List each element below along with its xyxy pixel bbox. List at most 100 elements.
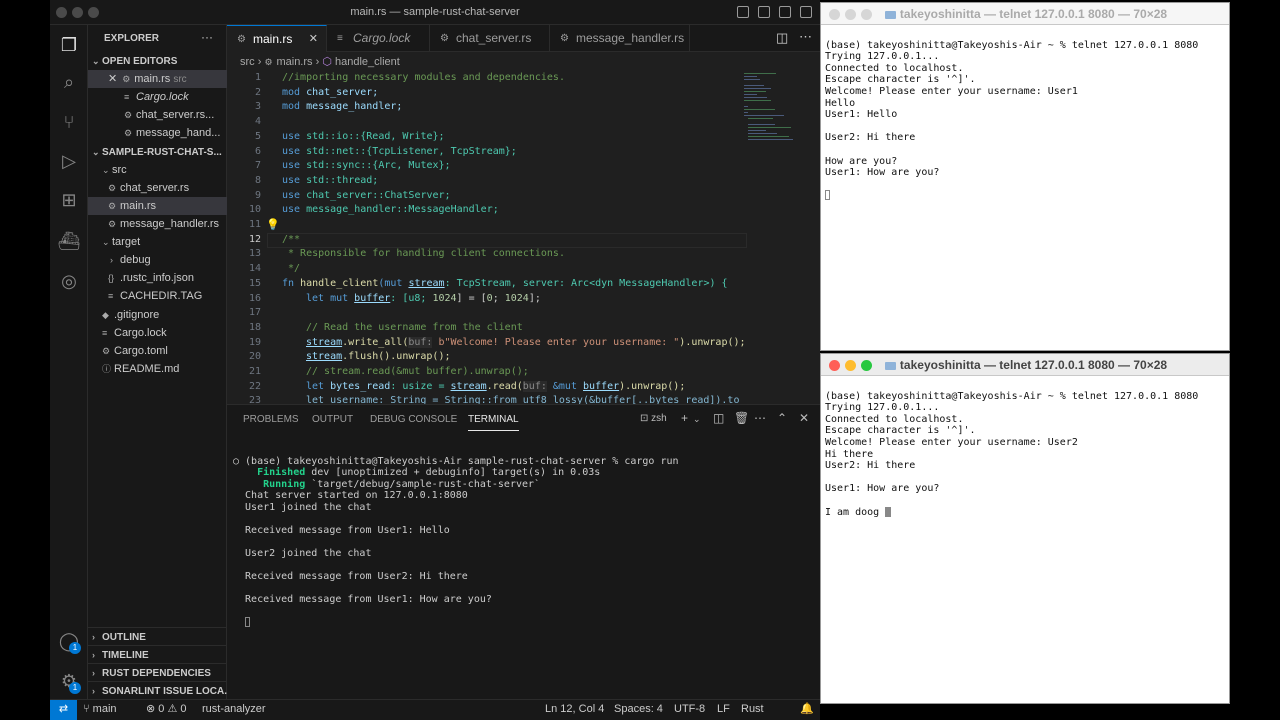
timeline-section[interactable]: › TIMELINE	[88, 645, 227, 663]
minimize-traffic-light[interactable]	[845, 9, 856, 20]
minimap-line	[744, 97, 768, 98]
code-text: message_handler;	[300, 101, 403, 113]
extensions-icon[interactable]: ⊞	[57, 188, 81, 212]
tree-file-main[interactable]: ⚙ main.rs	[88, 197, 227, 215]
tab-message-handler[interactable]: ⚙ message_handler.rs	[550, 25, 690, 52]
tab-problems[interactable]: PROBLEMS	[243, 414, 299, 425]
tree-folder-src[interactable]: ⌄ src	[88, 161, 227, 179]
tree-folder-debug[interactable]: › debug	[88, 251, 227, 269]
rust-analyzer-status[interactable]: rust-analyzer	[202, 700, 266, 719]
keyword: mod	[282, 86, 301, 98]
comment: /**	[282, 233, 301, 245]
tree-file-gitignore[interactable]: ◆ .gitignore	[88, 306, 227, 324]
minimap[interactable]	[744, 71, 804, 221]
terminal-shell-selector[interactable]: ⊡ zsh	[640, 413, 667, 424]
maximize-panel-icon[interactable]: ⌃	[777, 411, 787, 425]
terminal-output[interactable]: (base) takeyoshinitta@Takeyoshis-Air ~ %…	[825, 28, 1198, 225]
tree-file-rustc-info[interactable]: {} .rustc_info.json	[88, 269, 227, 287]
customize-layout-icon[interactable]	[800, 6, 812, 18]
lightbulb-icon[interactable]: 💡	[266, 218, 280, 231]
zoom-traffic-light[interactable]	[861, 9, 872, 20]
open-editor-cargo-lock[interactable]: ≡ Cargo.lock	[88, 88, 227, 106]
close-tab-icon[interactable]: ✕	[309, 26, 318, 53]
tree-file-cargo-lock[interactable]: ≡ Cargo.lock	[88, 324, 227, 342]
close-editor-icon[interactable]: ✕	[108, 73, 117, 85]
tree-folder-target[interactable]: ⌄ target	[88, 233, 227, 251]
tab-main-rs[interactable]: ⚙ main.rs ✕	[227, 25, 327, 52]
code-line: /**	[282, 233, 300, 248]
remote-indicator[interactable]: ⇄	[50, 700, 77, 720]
code-text: .flush().unwrap();	[342, 351, 451, 363]
branch-indicator[interactable]: ⑂ main	[83, 700, 117, 719]
docker-icon[interactable]: ⛴	[57, 229, 81, 253]
problems-indicator[interactable]: ⊗ 0 ⚠ 0	[146, 700, 186, 719]
tree-file-chat-server[interactable]: ⚙ chat_server.rs	[88, 179, 227, 197]
split-terminal-icon[interactable]: ◫	[713, 411, 724, 425]
encoding[interactable]: UTF-8	[674, 700, 705, 719]
terminal-output[interactable]: (base) takeyoshinitta@Takeyoshis-Air ~ %…	[825, 379, 1198, 541]
integrated-terminal[interactable]: ○ (base) takeyoshinitta@Takeyoshis-Air s…	[233, 444, 813, 651]
outline-section[interactable]: › OUTLINE	[88, 627, 227, 645]
tree-file-cargo-toml[interactable]: ⚙ Cargo.toml	[88, 342, 227, 360]
open-editor-message-handler[interactable]: ⚙ message_hand...	[88, 124, 227, 142]
minimap-line	[744, 91, 766, 92]
search-icon[interactable]: ⌕	[57, 70, 81, 94]
tab-output[interactable]: OUTPUT	[312, 414, 353, 425]
tab-cargo-lock[interactable]: ≡ Cargo.lock	[327, 25, 430, 52]
terminal-line: Received message from User2: Hi there	[233, 570, 468, 582]
typed-input: I am doog	[825, 506, 886, 518]
code-text: ;	[492, 292, 505, 304]
minimap-line	[748, 139, 793, 140]
new-terminal-plus-icon[interactable]: +	[681, 411, 688, 425]
tab-debug-console[interactable]: DEBUG CONSOLE	[370, 414, 457, 425]
terminal-line: Welcome! Please enter your username: Use…	[825, 436, 1078, 448]
minimap-line	[744, 79, 761, 80]
run-debug-icon[interactable]: ▷	[57, 149, 81, 173]
more-actions-icon[interactable]: ⋯	[754, 411, 766, 425]
notifications-bell-icon[interactable]: 🔔	[800, 700, 814, 719]
code-text: .write_all(	[342, 336, 409, 348]
minimize-traffic-light[interactable]	[845, 360, 856, 371]
end-of-line[interactable]: LF	[717, 700, 730, 719]
rust-dependencies-section[interactable]: › RUST DEPENDENCIES	[88, 663, 227, 681]
close-panel-icon[interactable]: ✕	[799, 411, 809, 425]
project-folder-section[interactable]: ⌄ SAMPLE-RUST-CHAT-S...	[88, 143, 227, 161]
language-mode[interactable]: Rust	[741, 700, 764, 719]
trash-icon[interactable]: 🗑	[734, 411, 749, 425]
code-line: stream.flush().unwrap();	[306, 350, 451, 365]
zoom-traffic-light[interactable]	[861, 360, 872, 371]
close-traffic-light[interactable]	[829, 360, 840, 371]
open-editor-main-rs[interactable]: ✕ ⚙ main.rs src	[88, 70, 227, 88]
line-number: 7	[254, 160, 261, 172]
indentation[interactable]: Spaces: 4	[614, 700, 663, 719]
source-control-icon[interactable]: ⑂	[57, 110, 81, 134]
toggle-secondary-sidebar-icon[interactable]	[779, 6, 791, 18]
explorer-files-icon[interactable]: ❐	[57, 33, 81, 57]
open-editor-chat-server[interactable]: ⚙ chat_server.rs...	[88, 106, 227, 124]
breadcrumb-symbol[interactable]: handle_client	[335, 56, 400, 68]
chevron-down-icon[interactable]: ⌄	[693, 414, 701, 425]
breadcrumb-file[interactable]: main.rs	[276, 56, 312, 68]
sonarlint-icon[interactable]: ◎	[57, 269, 81, 293]
tree-file-message-handler[interactable]: ⚙ message_handler.rs	[88, 215, 227, 233]
line-number: 9	[254, 189, 261, 201]
breadcrumb-folder[interactable]: src	[240, 56, 255, 68]
terminal-line: (base) takeyoshinitta@Takeyoshis-Air ~ %…	[825, 390, 1199, 402]
tree-file-cachedir[interactable]: ≡ CACHEDIR.TAG	[88, 287, 227, 305]
code-editor[interactable]: 1 2 3 4 5 6 7 8 9 10 11 12 13 14 15 16 17 18 19 20 21 22 23 💡 …	[227, 71, 820, 404]
open-editors-section[interactable]: ⌄ OPEN EDITORS	[88, 52, 227, 70]
split-editor-icon[interactable]: ◫	[776, 30, 788, 46]
explorer-more-actions-icon[interactable]: ···	[201, 30, 213, 44]
tab-chat-server[interactable]: ⚙ chat_server.rs	[430, 25, 550, 52]
close-traffic-light[interactable]	[829, 9, 840, 20]
code-text: : TcpStream, server: Arc<dyn MessageHand…	[444, 277, 728, 289]
toggle-panel-icon[interactable]	[758, 6, 770, 18]
sonarlint-section[interactable]: › SONARLINT ISSUE LOCA...	[88, 681, 227, 699]
cursor-position[interactable]: Ln 12, Col 4	[545, 700, 604, 719]
toggle-sidebar-icon[interactable]	[737, 6, 749, 18]
chevron-right-icon: ›	[257, 56, 265, 68]
tree-file-readme[interactable]: ⓘ README.md	[88, 360, 227, 378]
more-actions-icon[interactable]: ⋯	[799, 29, 812, 45]
tab-terminal[interactable]: TERMINAL	[468, 414, 519, 431]
